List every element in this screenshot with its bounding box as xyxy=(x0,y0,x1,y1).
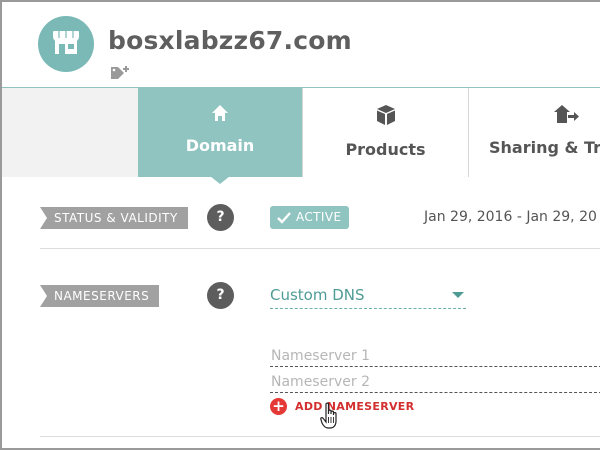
add-tag-icon[interactable] xyxy=(110,65,130,81)
validity-dates: Jan 29, 2016 - Jan 29, 20 xyxy=(424,209,597,225)
nameservers-help-button[interactable]: ? xyxy=(207,282,234,309)
domain-title: bosxlabzz67.com xyxy=(108,26,352,55)
add-nameserver-button[interactable]: + ADD NAMESERVER xyxy=(270,398,414,415)
dns-select-value: Custom DNS xyxy=(270,286,365,304)
storefront-icon xyxy=(50,28,82,60)
status-validity-label: STATUS & VALIDITY xyxy=(40,207,188,229)
domain-avatar xyxy=(38,16,94,72)
status-help-button[interactable]: ? xyxy=(207,204,234,231)
section-divider xyxy=(40,436,600,437)
home-icon xyxy=(211,104,229,126)
tab-products[interactable]: Products xyxy=(302,88,468,177)
tab-domain[interactable]: Domain xyxy=(138,88,302,177)
domain-management-panel: bosxlabzz67.com Domain Products Sharing … xyxy=(0,0,600,450)
tab-sharing-label: Sharing & Tra xyxy=(489,138,600,157)
nameserver-2-input[interactable] xyxy=(270,371,600,393)
checkmark-icon xyxy=(277,210,291,224)
dns-select[interactable]: Custom DNS xyxy=(270,285,466,309)
tab-sharing[interactable]: Sharing & Tra xyxy=(468,88,600,177)
status-badge: ACTIVE xyxy=(270,206,350,229)
house-share-icon xyxy=(553,104,579,128)
section-divider xyxy=(40,248,600,249)
tab-bar: Domain Products Sharing & Tra xyxy=(2,87,600,177)
nameserver-1-input[interactable] xyxy=(270,345,600,367)
add-nameserver-label: ADD NAMESERVER xyxy=(295,400,415,413)
box-icon xyxy=(375,104,397,130)
nameservers-label: NAMESERVERS xyxy=(40,285,160,307)
tab-domain-label: Domain xyxy=(185,136,255,155)
tab-products-label: Products xyxy=(345,140,426,159)
tab-blank xyxy=(2,88,138,177)
status-badge-text: ACTIVE xyxy=(296,210,342,224)
hand-pointer-icon xyxy=(320,402,342,430)
plus-circle-icon: + xyxy=(270,398,287,415)
chevron-down-icon xyxy=(452,292,464,298)
active-tab-pointer xyxy=(210,176,230,184)
